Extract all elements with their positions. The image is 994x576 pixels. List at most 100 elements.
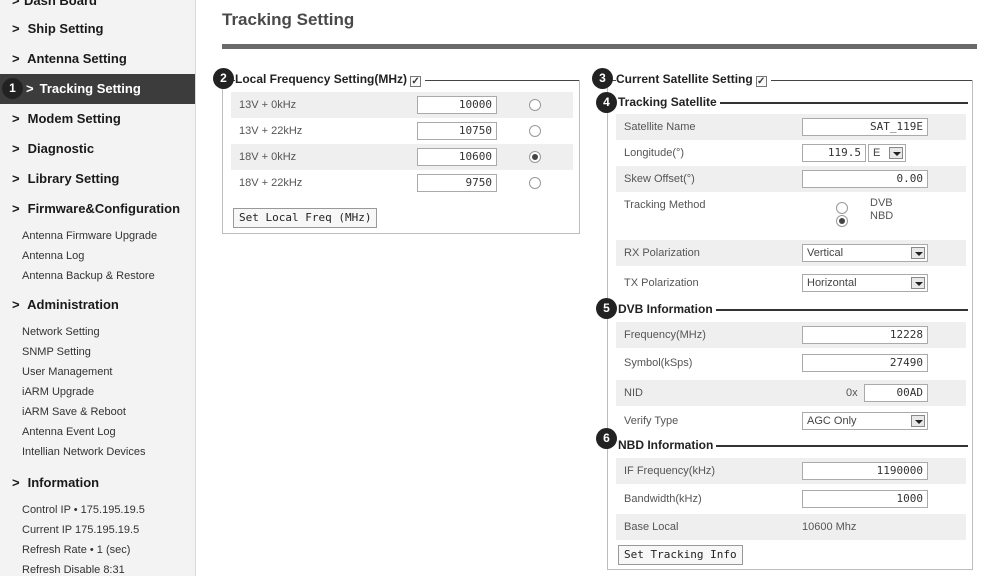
dropdown-arrow-icon [911, 277, 925, 289]
field-label: Satellite Name [624, 121, 696, 133]
freq-row: 18V + 22kHz 9750 [231, 170, 573, 196]
title-divider [222, 44, 977, 49]
nav-antenna-event-log[interactable]: Antenna Event Log [0, 422, 195, 442]
if-frequency-input[interactable]: 1190000 [802, 462, 928, 480]
field-label: TX Polarization [624, 277, 699, 289]
satellite-name-input[interactable]: SAT_119E [802, 118, 928, 136]
nav-snmp-setting[interactable]: SNMP Setting [0, 342, 195, 362]
info-current-ip: Current IP 175.195.19.5 [22, 524, 140, 536]
tracking-satellite-header: Tracking Satellite [618, 95, 968, 109]
tracking-method-dvb-radio[interactable] [836, 202, 848, 214]
field-label: Symbol(kSps) [624, 357, 693, 369]
select-value: Vertical [807, 247, 844, 259]
set-tracking-info-button[interactable]: Set Tracking Info [618, 545, 743, 565]
field-label: Longitude(°) [624, 147, 685, 159]
chevron-right-icon: > [12, 297, 20, 312]
rx-polarization-select[interactable]: Vertical [802, 244, 928, 262]
chevron-right-icon: > [12, 475, 20, 490]
nav-iarm-save-reboot[interactable]: iARM Save & Reboot [0, 402, 195, 422]
freq-label: 18V + 22kHz [239, 177, 303, 189]
symbol-rate-input[interactable]: 27490 [802, 354, 928, 372]
current-satellite-legend: Current Satellite Setting ✓ [616, 72, 771, 87]
current-satellite-panel: 3 Current Satellite Setting ✓ 4 Tracking … [592, 68, 973, 570]
local-frequency-checkbox[interactable]: ✓ [410, 76, 422, 87]
tracking-method-nbd-radio[interactable] [836, 215, 848, 227]
skew-offset-input[interactable]: 0.00 [802, 170, 928, 188]
chevron-right-icon: > [12, 171, 20, 186]
nav-antenna-log[interactable]: Antenna Log [0, 246, 195, 266]
chevron-right-icon: > [12, 0, 20, 8]
dropdown-arrow-icon [911, 415, 925, 427]
if-frequency-row: IF Frequency(kHz) 1190000 [616, 458, 966, 484]
tracking-method-row: Tracking Method DVB NBD [616, 192, 966, 234]
freq-radio[interactable] [529, 125, 541, 137]
skew-offset-row: Skew Offset(°) 0.00 [616, 166, 966, 192]
chevron-right-icon: > [12, 51, 20, 66]
freq-input[interactable]: 9750 [417, 174, 497, 192]
field-label: Tracking Method [624, 199, 706, 211]
nav-ship-setting[interactable]: > Ship Setting [0, 14, 195, 44]
freq-input[interactable]: 10750 [417, 122, 497, 140]
base-local-row: Base Local 10600 Mhz [616, 514, 966, 540]
bandwidth-input[interactable]: 1000 [802, 490, 928, 508]
nav-antenna-backup-restore[interactable]: Antenna Backup & Restore [0, 266, 195, 286]
freq-row: 13V + 0kHz 10000 [231, 92, 573, 118]
nav-library-setting[interactable]: > Library Setting [0, 164, 195, 194]
info-refresh-disable: Refresh Disable 8:31 [22, 564, 125, 576]
longitude-input[interactable]: 119.5 [802, 144, 866, 162]
nav-information[interactable]: > Information [0, 468, 195, 498]
satellite-name-row: Satellite Name SAT_119E [616, 114, 966, 140]
field-label: RX Polarization [624, 247, 700, 259]
set-local-freq-button[interactable]: Set Local Freq (MHz) [233, 208, 378, 228]
freq-radio[interactable] [529, 177, 541, 189]
symbol-rate-row: Symbol(kSps) 27490 [616, 350, 966, 376]
nav-user-management[interactable]: User Management [0, 362, 195, 382]
nid-input[interactable]: 00AD [864, 384, 928, 402]
bandwidth-row: Bandwidth(kHz) 1000 [616, 486, 966, 512]
local-frequency-legend: Local Frequency Setting(MHz) ✓ [235, 72, 426, 87]
current-satellite-checkbox[interactable]: ✓ [755, 76, 767, 87]
nav-network-setting[interactable]: Network Setting [0, 322, 195, 342]
callout-badge-2: 2 [213, 68, 234, 89]
nav-antenna-setting[interactable]: > Antenna Setting [0, 44, 195, 74]
callout-badge-5: 5 [596, 298, 617, 319]
field-label: Skew Offset(°) [624, 173, 695, 185]
nav-administration[interactable]: > Administration [0, 290, 195, 320]
nav-tracking-setting[interactable]: 1 > Tracking Setting [0, 74, 195, 104]
longitude-row: Longitude(°) 119.5 E [616, 140, 966, 166]
dvb-information-header: DVB Information [618, 302, 968, 316]
field-label: Verify Type [624, 415, 679, 427]
freq-radio-selected[interactable] [529, 151, 541, 163]
rx-polarization-row: RX Polarization Vertical [616, 240, 966, 266]
local-frequency-panel: 2 Local Frequency Setting(MHz) ✓ 13V + 0k… [213, 68, 580, 234]
freq-radio[interactable] [529, 99, 541, 111]
chevron-right-icon: > [12, 141, 20, 156]
nav-iarm-upgrade[interactable]: iARM Upgrade [0, 382, 195, 402]
radio-label: NBD [870, 210, 894, 222]
field-label: Frequency(MHz) [624, 329, 706, 341]
section-title: DVB Information [618, 302, 716, 316]
verify-type-row: Verify Type AGC Only [616, 408, 966, 434]
chevron-right-icon: > [12, 201, 20, 216]
dvb-frequency-input[interactable]: 12228 [802, 326, 928, 344]
nav-modem-setting[interactable]: > Modem Setting [0, 104, 195, 134]
main-content: Tracking Setting 2 Local Frequency Setti… [196, 0, 994, 576]
nav-firmware-configuration[interactable]: > Firmware&Configuration [0, 194, 195, 224]
freq-input[interactable]: 10000 [417, 96, 497, 114]
verify-type-select[interactable]: AGC Only [802, 412, 928, 430]
tx-polarization-select[interactable]: Horizontal [802, 274, 928, 292]
nav-dash-board[interactable]: > Dash Board [0, 0, 195, 14]
chevron-right-icon: > [12, 21, 20, 36]
longitude-direction-select[interactable]: E [868, 144, 906, 162]
nav-diagnostic[interactable]: > Diagnostic [0, 134, 195, 164]
info-refresh-rate: Refresh Rate • 1 (sec) [22, 544, 131, 556]
nav-antenna-firmware-upgrade[interactable]: Antenna Firmware Upgrade [0, 226, 195, 246]
select-value: Horizontal [807, 277, 857, 289]
callout-badge-1: 1 [2, 78, 23, 99]
callout-badge-4: 4 [596, 92, 617, 113]
field-label: IF Frequency(kHz) [624, 465, 716, 477]
freq-input[interactable]: 10600 [417, 148, 497, 166]
freq-row: 18V + 0kHz 10600 [231, 144, 573, 170]
section-title: Tracking Satellite [618, 95, 720, 109]
nav-intellian-network-devices[interactable]: Intellian Network Devices [0, 442, 195, 462]
